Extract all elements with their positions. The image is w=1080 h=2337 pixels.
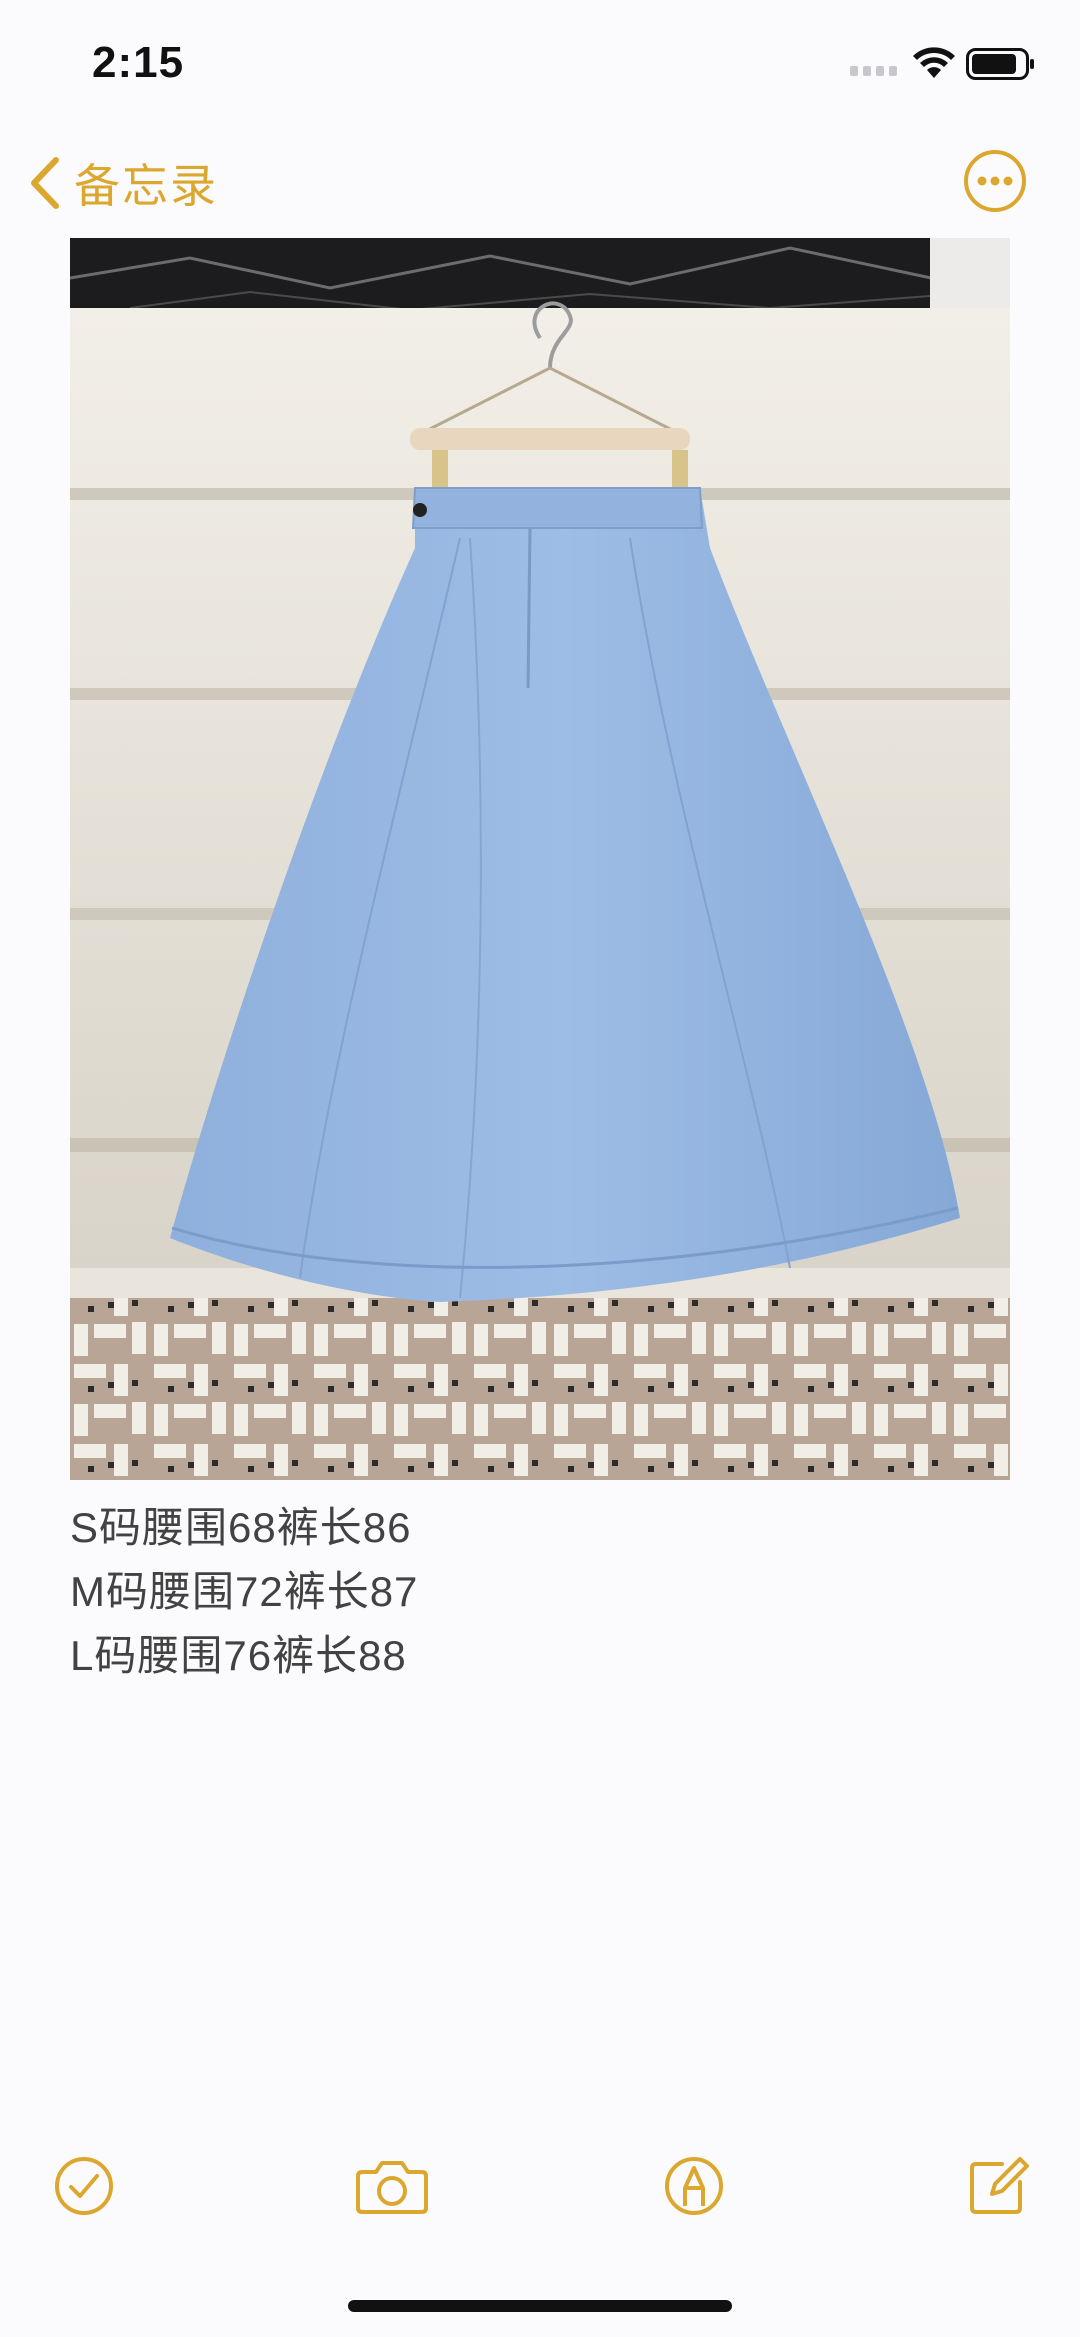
note-line-size-l[interactable]: L码腰围76裤长88: [70, 1624, 1010, 1688]
battery-icon: [966, 48, 1034, 80]
wifi-icon: [913, 47, 955, 78]
ellipsis-circle-icon[interactable]: [962, 148, 1028, 214]
camera-icon[interactable]: [354, 2150, 430, 2222]
note-line-size-s[interactable]: S码腰围68裤长86: [70, 1496, 1010, 1560]
notes-screen: 2:15 备忘录 S码腰围68裤长86 M码腰围72裤长87 L码腰围76裤长8…: [0, 0, 1080, 2337]
checklist-icon[interactable]: [48, 2150, 120, 2222]
cellular-signal-icon: [850, 66, 897, 76]
back-button[interactable]: 备忘录: [28, 148, 218, 218]
home-indicator[interactable]: [348, 2300, 732, 2312]
markup-pen-icon[interactable]: [658, 2150, 730, 2222]
status-time: 2:15: [92, 38, 185, 87]
chevron-left-icon: [31, 157, 59, 209]
note-body[interactable]: S码腰围68裤长86 M码腰围72裤长87 L码腰围76裤长88: [70, 1496, 1010, 1688]
navigation-bar: 备忘录: [0, 140, 1080, 230]
back-label: 备忘录: [74, 160, 218, 212]
blue-skirt-photo: [70, 238, 1010, 1480]
compose-icon[interactable]: [962, 2150, 1034, 2222]
status-bar: 2:15: [0, 0, 1080, 130]
note-photo[interactable]: [70, 238, 1010, 1480]
note-line-size-m[interactable]: M码腰围72裤长87: [70, 1560, 1010, 1624]
bottom-toolbar: [0, 2150, 1080, 2230]
